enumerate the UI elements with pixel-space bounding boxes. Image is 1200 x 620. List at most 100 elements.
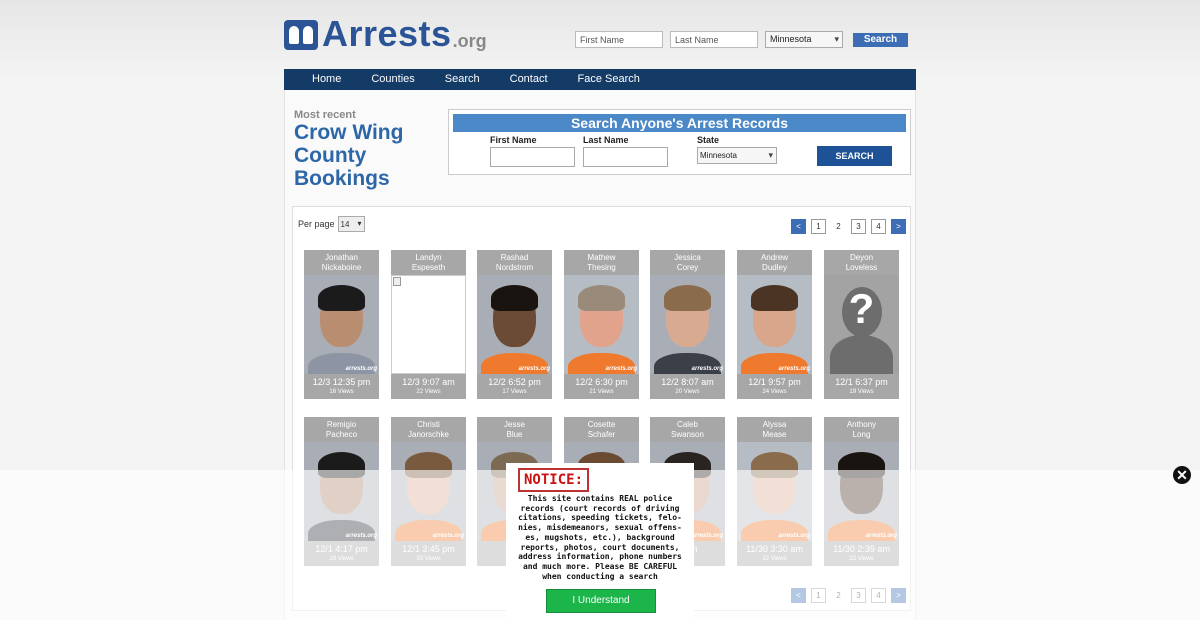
booking-name[interactable]: Anthony Long <box>824 417 899 442</box>
booking-last-name: Loveless <box>845 262 878 272</box>
mugshot-hair <box>578 285 625 311</box>
header-last-name-input[interactable] <box>670 31 758 48</box>
prev-page-button[interactable]: < <box>791 219 806 234</box>
booking-card[interactable]: Andrew Dudley arrests.org 12/1 9:57 pm 24 Vi… <box>737 250 812 399</box>
booking-name[interactable]: Deyon Loveless <box>824 250 899 275</box>
booking-first-name: Andrew <box>760 253 789 262</box>
booking-datetime: 12/1 6:37 pm <box>835 377 888 387</box>
booking-name[interactable]: Christi Janorschke <box>391 417 466 442</box>
booking-card[interactable]: Deyon Loveless? 12/1 6:37 pm 19 Views <box>824 250 899 399</box>
booking-name[interactable]: Caleb Swanson <box>650 417 725 442</box>
booking-first-name: Jessica <box>674 253 701 262</box>
header-search-button[interactable]: Search <box>853 33 908 47</box>
nav-contact[interactable]: Contact <box>495 69 563 90</box>
mugshot-photo[interactable]: arrests.org <box>304 275 379 374</box>
booking-first-name: Landyn <box>415 253 442 262</box>
nav-home[interactable]: Home <box>284 69 356 90</box>
booking-first-name: Cosette <box>587 420 616 429</box>
booking-first-name: Mathew <box>587 253 616 262</box>
booking-meta: 12/2 6:52 pm 17 Views <box>477 374 552 399</box>
mugshot-photo[interactable]: arrests.org <box>650 275 725 374</box>
booking-datetime: 12/2 6:52 pm <box>488 377 541 387</box>
booking-first-name: Jesse <box>504 420 525 429</box>
mugshot-hair <box>664 285 711 311</box>
page-button[interactable]: 3 <box>851 219 866 234</box>
header-state-select[interactable]: Minnesota <box>765 31 843 48</box>
booking-name[interactable]: Andrew Dudley <box>737 250 812 275</box>
booking-last-name: Long <box>852 429 871 439</box>
booking-meta: 12/3 12:35 pm 16 Views <box>304 374 379 399</box>
page-button[interactable]: 1 <box>811 219 826 234</box>
booking-card[interactable]: Jonathan Nickaboine arrests.org 12/3 12:35 … <box>304 250 379 399</box>
booking-name[interactable]: Alyssa Mease <box>737 417 812 442</box>
mugshot-photo[interactable]: ? <box>824 275 899 374</box>
last-name-label: Last Name <box>583 135 629 145</box>
watermark: arrests.org <box>605 366 637 372</box>
booking-name[interactable]: Landyn Espeseth <box>391 250 466 275</box>
booking-last-name: Mease <box>762 429 787 439</box>
per-page-control: Per page 14 <box>298 216 365 232</box>
booking-meta: 12/2 8:07 am 20 Views <box>650 374 725 399</box>
site-logo[interactable]: Arrests .org <box>284 13 487 54</box>
i-understand-button[interactable]: I Understand <box>546 589 656 613</box>
header-first-name-input[interactable] <box>575 31 663 48</box>
booking-last-name: Schafer <box>587 429 616 439</box>
notice-text: This site contains REAL police records (… <box>518 494 682 581</box>
page-button[interactable]: 4 <box>871 219 886 234</box>
booking-datetime: 12/3 9:07 am <box>402 377 455 387</box>
booking-last-name: Espeseth <box>411 262 446 272</box>
watermark: arrests.org <box>518 366 550 372</box>
first-name-field[interactable] <box>490 147 575 167</box>
logo-icon <box>284 20 318 50</box>
booking-views: 20 Views <box>675 389 700 395</box>
booking-name[interactable]: Jonathan Nickaboine <box>304 250 379 275</box>
booking-first-name: Jonathan <box>325 253 358 262</box>
broken-image-icon <box>393 277 401 286</box>
notice-title: NOTICE: <box>518 468 590 492</box>
mugshot-photo[interactable] <box>391 275 466 374</box>
booking-last-name: Janorschke <box>408 429 449 439</box>
next-page-button[interactable]: > <box>891 219 906 234</box>
per-page-label: Per page <box>298 219 335 229</box>
state-select[interactable]: Minnesota <box>697 147 777 164</box>
mugshot-hair <box>318 285 365 311</box>
header-search-form: Minnesota Search <box>575 31 908 48</box>
nav-face-search[interactable]: Face Search <box>563 69 655 90</box>
booking-card[interactable]: Landyn Espeseth 12/3 9:07 am 22 Views <box>391 250 466 399</box>
logo-text: Arrests <box>322 13 452 54</box>
close-icon[interactable]: ✕ <box>1173 466 1191 484</box>
mugshot-photo[interactable]: arrests.org <box>564 275 639 374</box>
booking-views: 21 Views <box>589 389 614 395</box>
booking-meta: 12/1 9:57 pm 24 Views <box>737 374 812 399</box>
booking-name[interactable]: Jessica Corey <box>650 250 725 275</box>
booking-card[interactable]: Jessica Corey arrests.org 12/2 8:07 am 20 Vi… <box>650 250 725 399</box>
per-page-select[interactable]: 14 <box>337 216 365 232</box>
booking-name[interactable]: Remigio Pacheco <box>304 417 379 442</box>
booking-last-name: Corey <box>676 262 699 272</box>
page-button[interactable]: 2 <box>831 219 846 234</box>
booking-name[interactable]: Rashad Nordstrom <box>477 250 552 275</box>
nav-search[interactable]: Search <box>430 69 495 90</box>
booking-datetime: 12/1 9:57 pm <box>748 377 801 387</box>
booking-name[interactable]: Cosette Schafer <box>564 417 639 442</box>
last-name-field[interactable] <box>583 147 668 167</box>
watermark: arrests.org <box>778 366 810 372</box>
logo-suffix: .org <box>452 31 487 51</box>
booking-name[interactable]: Mathew Thesing <box>564 250 639 275</box>
booking-first-name: Deyon <box>849 253 874 262</box>
booking-last-name: Pacheco <box>325 429 358 439</box>
notice-modal: NOTICE: This site contains REAL police r… <box>506 463 694 620</box>
mugshot-photo[interactable]: arrests.org <box>737 275 812 374</box>
booking-card[interactable]: Mathew Thesing arrests.org 12/2 6:30 pm 21 V… <box>564 250 639 399</box>
booking-first-name: Remigio <box>326 420 357 429</box>
booking-card[interactable]: Rashad Nordstrom arrests.org 12/2 6:52 pm 17… <box>477 250 552 399</box>
booking-views: 22 Views <box>416 389 441 395</box>
booking-views: 19 Views <box>849 389 874 395</box>
records-search-button[interactable]: SEARCH <box>817 146 892 166</box>
booking-last-name: Thesing <box>587 262 616 272</box>
mugshot-photo[interactable]: arrests.org <box>477 275 552 374</box>
booking-name[interactable]: Jesse Blue <box>477 417 552 442</box>
nav-counties[interactable]: Counties <box>356 69 429 90</box>
booking-first-name: Alyssa <box>762 420 787 429</box>
main-nav: Home Counties Search Contact Face Search <box>284 69 916 90</box>
